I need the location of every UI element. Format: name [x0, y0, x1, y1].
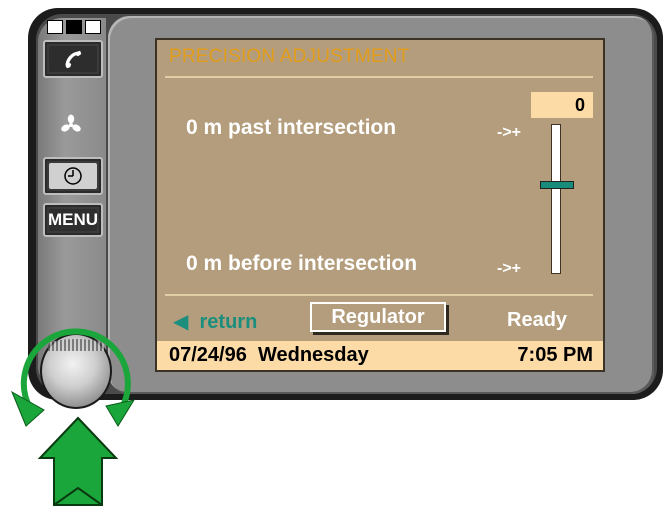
- push-arrow-icon: [37, 416, 119, 506]
- gesture-overlay: [10, 328, 136, 506]
- rotate-arrows-icon: [10, 328, 136, 427]
